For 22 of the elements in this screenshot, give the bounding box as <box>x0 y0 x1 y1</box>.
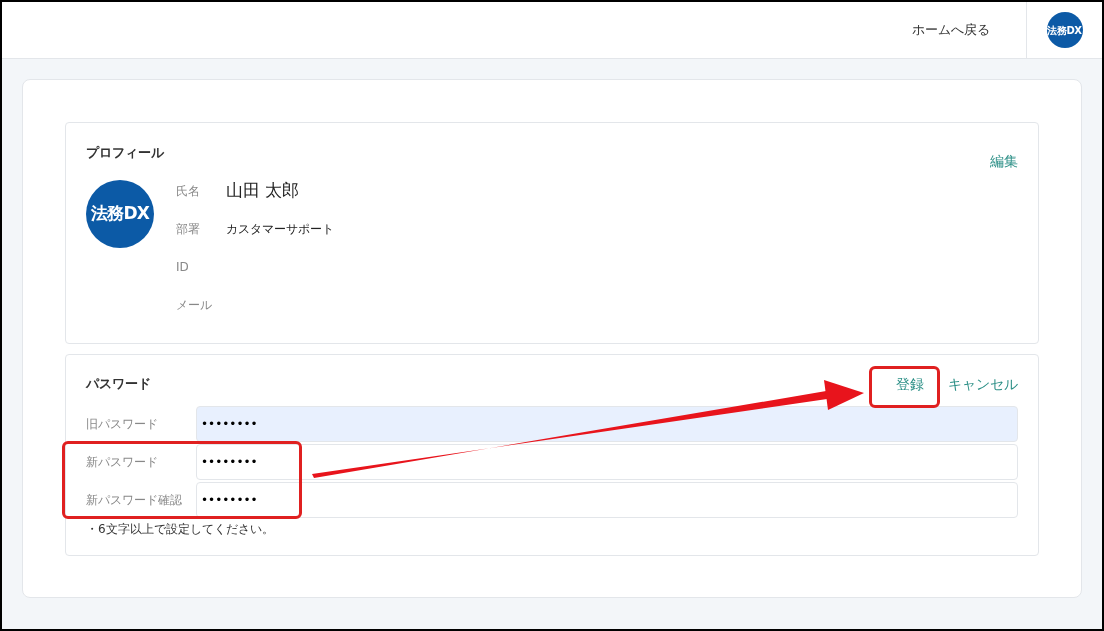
field-label: 新パスワード <box>86 454 159 471</box>
user-avatar[interactable]: 法務DX <box>1046 12 1083 48</box>
field-value: 山田 太郎 <box>226 179 300 203</box>
field-label: 新パスワード確認 <box>86 492 183 509</box>
field-label: 氏名 <box>176 183 201 200</box>
field-label: 部署 <box>176 221 201 238</box>
register-link[interactable]: 登録 <box>896 373 924 395</box>
field-value: カスタマーサポート <box>226 221 334 238</box>
profile-avatar: 法務DX <box>86 180 154 248</box>
password-field[interactable]: •••••••• <box>196 406 1018 442</box>
password-field[interactable]: •••••••• <box>196 444 1018 480</box>
field-label: メール <box>176 297 213 314</box>
section-title: プロフィール <box>86 144 164 162</box>
section-title: パスワード <box>86 375 151 394</box>
annotation-box <box>869 366 940 408</box>
field-label: ID <box>176 259 190 276</box>
field-label: 旧パスワード <box>86 416 159 433</box>
home-link[interactable]: ホームへ戻る <box>912 20 990 40</box>
edit-link[interactable]: 編集 <box>990 151 1018 172</box>
cancel-link[interactable]: キャンセル <box>948 373 1018 395</box>
password-hint: ・6文字以上で設定してください。 <box>86 521 275 538</box>
password-field[interactable]: •••••••• <box>196 482 1018 518</box>
